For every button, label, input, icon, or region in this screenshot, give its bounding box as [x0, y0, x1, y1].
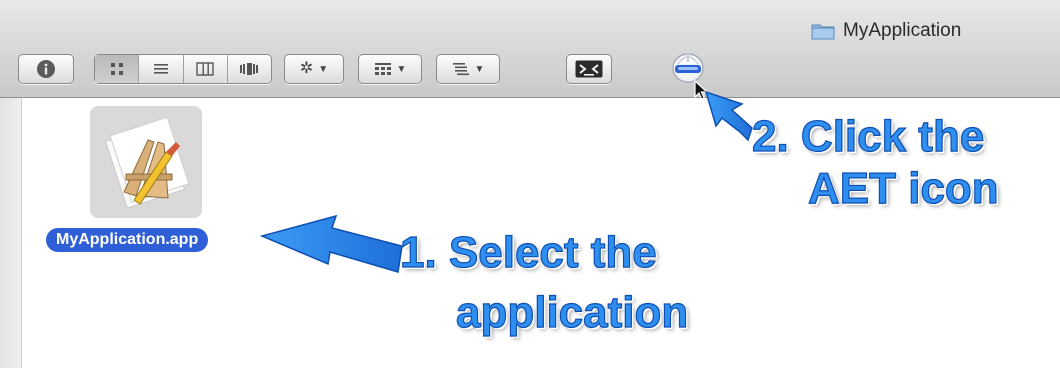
terminal-button[interactable] [566, 54, 612, 84]
chevron-down-icon: ▼ [474, 63, 485, 75]
chevron-down-icon: ▼ [396, 63, 407, 75]
icon-view-button[interactable] [95, 55, 140, 83]
coverflow-view-icon [240, 63, 259, 75]
sidebar-edge [0, 98, 22, 368]
window-title-label: MyApplication [843, 20, 962, 41]
callout-step1-line2: application [455, 287, 689, 337]
coverflow-view-button[interactable] [228, 55, 271, 83]
action-menu-button[interactable]: ✲ ▼ [284, 54, 344, 84]
window-title: MyApplication [811, 19, 961, 43]
callout-step1-line1: 1. Select the [399, 227, 657, 277]
sort-menu-button[interactable]: ▼ [436, 54, 500, 84]
sort-icon [452, 63, 469, 76]
terminal-icon [575, 60, 603, 78]
list-view-button[interactable] [139, 55, 184, 83]
arrange-menu-button[interactable]: ▼ [358, 54, 422, 84]
callout-step2-line2: AET icon [807, 163, 999, 213]
chevron-down-icon: ▼ [318, 63, 329, 75]
folder-icon [811, 24, 835, 40]
column-view-button[interactable] [184, 55, 228, 83]
aet-helmet-icon[interactable] [670, 48, 706, 84]
file-name-label: MyApplication.app [46, 228, 209, 252]
callout-step2-line1: 2. Click the [751, 111, 985, 161]
gear-icon: ✲ [299, 60, 314, 77]
info-icon [37, 60, 55, 78]
xcode-app-icon [105, 116, 190, 209]
info-button[interactable] [18, 54, 74, 84]
view-mode-segmented-control [94, 54, 272, 84]
file-thumbnail [90, 106, 202, 218]
column-view-icon [196, 62, 214, 76]
finder-toolbar: MyApplication ✲ ▼ ▼ ▼ [0, 0, 1060, 101]
arrange-icon [374, 63, 391, 75]
icon-view-icon [110, 63, 123, 75]
list-view-icon [153, 64, 168, 74]
